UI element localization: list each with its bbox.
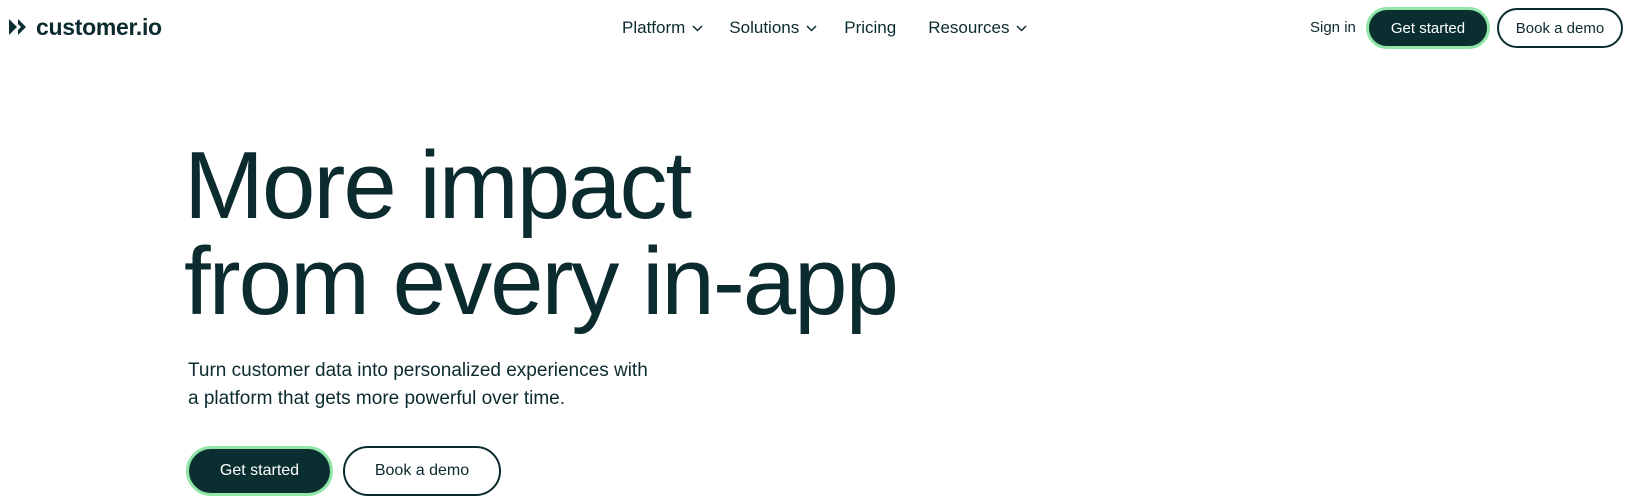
hero-subtitle-line-1: Turn customer data into personalized exp… [188, 360, 648, 381]
hero-title-line-1: More impact [184, 132, 692, 239]
nav-item-pricing[interactable]: Pricing [844, 14, 896, 42]
chevron-down-icon [1016, 24, 1027, 32]
book-demo-button[interactable]: Book a demo [1497, 8, 1623, 48]
nav-item-resources[interactable]: Resources [928, 14, 1027, 42]
brand-name: customer.io [36, 14, 162, 40]
hero-get-started-button[interactable]: Get started [186, 446, 333, 496]
get-started-button[interactable]: Get started [1366, 7, 1490, 49]
nav-item-label: Resources [928, 18, 1010, 37]
hero-title-line-2: from every in-app [184, 228, 899, 335]
sign-in-link[interactable]: Sign in [1310, 15, 1356, 41]
chevron-down-icon [806, 24, 817, 32]
main-menu: Platform Solutions Pricing Resources [622, 14, 1027, 42]
hero-book-demo-button[interactable]: Book a demo [343, 446, 501, 496]
top-navigation: customer.io Platform Solutions Pricing R… [0, 0, 1628, 56]
nav-item-label: Pricing [844, 18, 897, 37]
brand-logo-link[interactable]: customer.io [8, 12, 162, 42]
nav-item-label: Platform [622, 18, 686, 37]
double-chevron-logo-icon [9, 19, 26, 35]
nav-item-label: Solutions [729, 18, 800, 37]
hero-subtitle-line-2: a platform that gets more powerful over … [188, 388, 565, 409]
chevron-down-icon [692, 24, 703, 32]
hero-title: More impact from every in-app [184, 132, 899, 335]
nav-item-solutions[interactable]: Solutions [729, 14, 817, 42]
hero-subtitle: Turn customer data into personalized exp… [188, 357, 708, 413]
nav-item-platform[interactable]: Platform [622, 14, 703, 42]
